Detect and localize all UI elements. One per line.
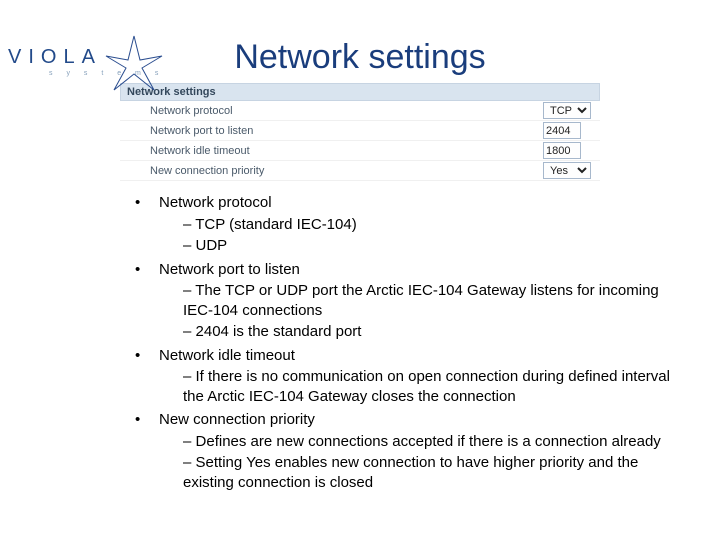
settings-row-label: Network port to listen xyxy=(120,123,541,139)
settings-row: Network protocol TCP xyxy=(120,101,600,121)
bullet-item: Network protocol TCP (standard IEC-104) … xyxy=(135,193,670,256)
bullet-text: New connection priority xyxy=(159,411,315,428)
bullet-text: Network idle timeout xyxy=(159,347,295,364)
bullet-text: Network protocol xyxy=(159,194,272,211)
bullet-item: New connection priority Defines are new … xyxy=(135,410,670,492)
settings-row: Network port to listen xyxy=(120,121,600,141)
brand-star-icon xyxy=(104,34,164,94)
settings-panel-header: Network settings xyxy=(120,83,600,101)
sub-bullet-item: UDP xyxy=(183,236,670,256)
settings-panel: Network settings Network protocol TCP Ne… xyxy=(120,83,600,181)
settings-row: Network idle timeout xyxy=(120,141,600,161)
brand-logo-text: VIOLA xyxy=(8,46,102,69)
settings-row: New connection priority Yes xyxy=(120,161,600,181)
sub-bullet-item: 2404 is the standard port xyxy=(183,322,670,342)
settings-row-label: Network idle timeout xyxy=(120,143,541,159)
brand-logo: VIOLA s y s t e m s xyxy=(4,44,194,82)
idle-timeout-input[interactable] xyxy=(543,142,581,159)
network-port-input[interactable] xyxy=(543,122,581,139)
bullet-text: Network port to listen xyxy=(159,261,300,278)
sub-bullet-item: Setting Yes enables new connection to ha… xyxy=(183,453,670,492)
sub-bullet-item: If there is no communication on open con… xyxy=(183,367,670,406)
sub-bullet-item: The TCP or UDP port the Arctic IEC-104 G… xyxy=(183,281,670,320)
new-connection-priority-select[interactable]: Yes xyxy=(543,162,591,179)
bullet-content: Network protocol TCP (standard IEC-104) … xyxy=(115,193,670,492)
settings-row-label: New connection priority xyxy=(120,163,541,179)
sub-bullet-item: Defines are new connections accepted if … xyxy=(183,432,670,452)
settings-row-label: Network protocol xyxy=(120,103,541,119)
bullet-item: Network port to listen The TCP or UDP po… xyxy=(135,260,670,342)
network-protocol-select[interactable]: TCP xyxy=(543,102,591,119)
slide: VIOLA s y s t e m s Network settings Net… xyxy=(0,38,720,540)
sub-bullet-item: TCP (standard IEC-104) xyxy=(183,215,670,235)
bullet-item: Network idle timeout If there is no comm… xyxy=(135,346,670,407)
